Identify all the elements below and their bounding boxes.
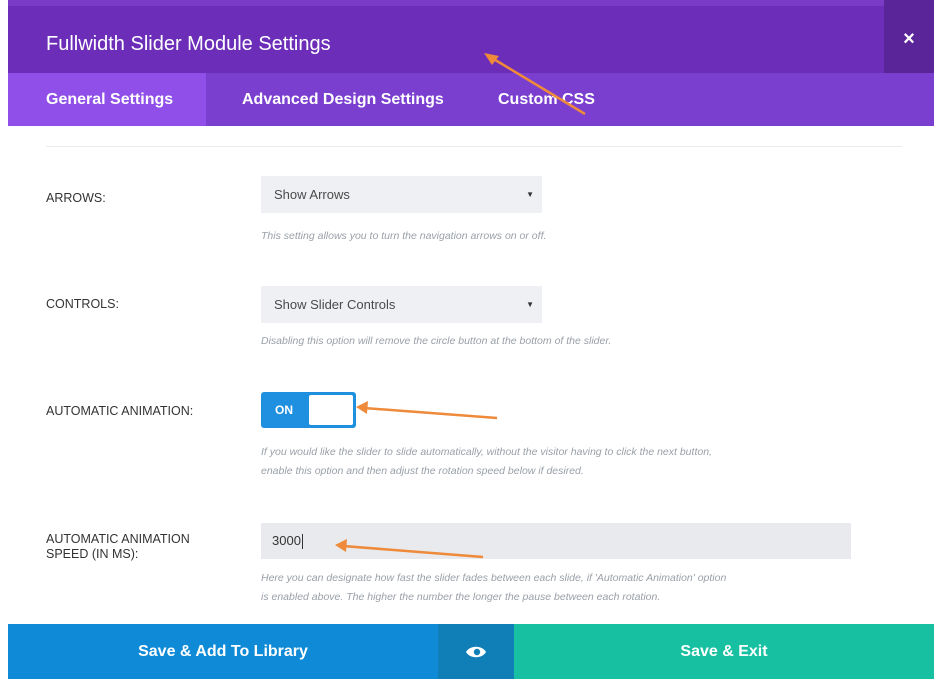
controls-description: Disabling this option will remove the ci… (261, 335, 612, 347)
controls-select[interactable]: Show Slider Controls ▼ (261, 286, 542, 323)
arrows-select-value: Show Arrows (274, 187, 350, 202)
preview-button[interactable] (438, 624, 514, 679)
automatic-animation-description-2: enable this option and then adjust the r… (261, 465, 584, 477)
speed-description-2: is enabled above. The higher the number … (261, 591, 661, 603)
chevron-down-icon: ▼ (526, 190, 534, 199)
arrows-label: ARROWS: (46, 191, 106, 205)
controls-select-value: Show Slider Controls (274, 297, 396, 312)
tab-custom-css[interactable]: Custom CSS (498, 73, 595, 126)
automatic-animation-description-1: If you would like the slider to slide au… (261, 446, 712, 458)
speed-input-value: 3000 (272, 533, 301, 548)
automatic-animation-label: AUTOMATIC ANIMATION: (46, 404, 194, 418)
automatic-animation-speed-label-1: AUTOMATIC ANIMATION (46, 532, 190, 546)
eye-icon (466, 646, 486, 657)
section-divider (46, 146, 902, 147)
automatic-animation-speed-input[interactable]: 3000 (261, 523, 851, 559)
module-settings-modal: Fullwidth Slider Module Settings × Gener… (8, 0, 934, 679)
chevron-down-icon: ▼ (526, 300, 534, 309)
modal-title: Fullwidth Slider Module Settings (46, 33, 331, 55)
arrows-description: This setting allows you to turn the navi… (261, 230, 547, 242)
modal-footer: Save & Add To Library Save & Exit (8, 624, 934, 679)
save-add-to-library-button[interactable]: Save & Add To Library (8, 624, 438, 679)
modal-header: Fullwidth Slider Module Settings × (8, 0, 934, 79)
save-exit-button[interactable]: Save & Exit (514, 624, 934, 679)
tab-general-settings[interactable]: General Settings (8, 73, 206, 126)
settings-content: ARROWS: Show Arrows ▼ This setting allow… (8, 126, 934, 624)
toggle-knob (309, 395, 353, 425)
controls-label: CONTROLS: (46, 297, 119, 311)
automatic-animation-toggle[interactable]: ON (261, 392, 356, 428)
automatic-animation-speed-label-2: SPEED (IN MS): (46, 547, 139, 561)
toggle-state-label: ON (275, 403, 293, 417)
text-cursor (301, 534, 303, 550)
tab-advanced-design-settings[interactable]: Advanced Design Settings (242, 73, 444, 126)
close-button[interactable]: × (884, 0, 934, 79)
speed-description-1: Here you can designate how fast the slid… (261, 572, 727, 584)
arrows-select[interactable]: Show Arrows ▼ (261, 176, 542, 213)
settings-tabs: General Settings Advanced Design Setting… (8, 73, 934, 126)
close-icon: × (903, 28, 915, 50)
